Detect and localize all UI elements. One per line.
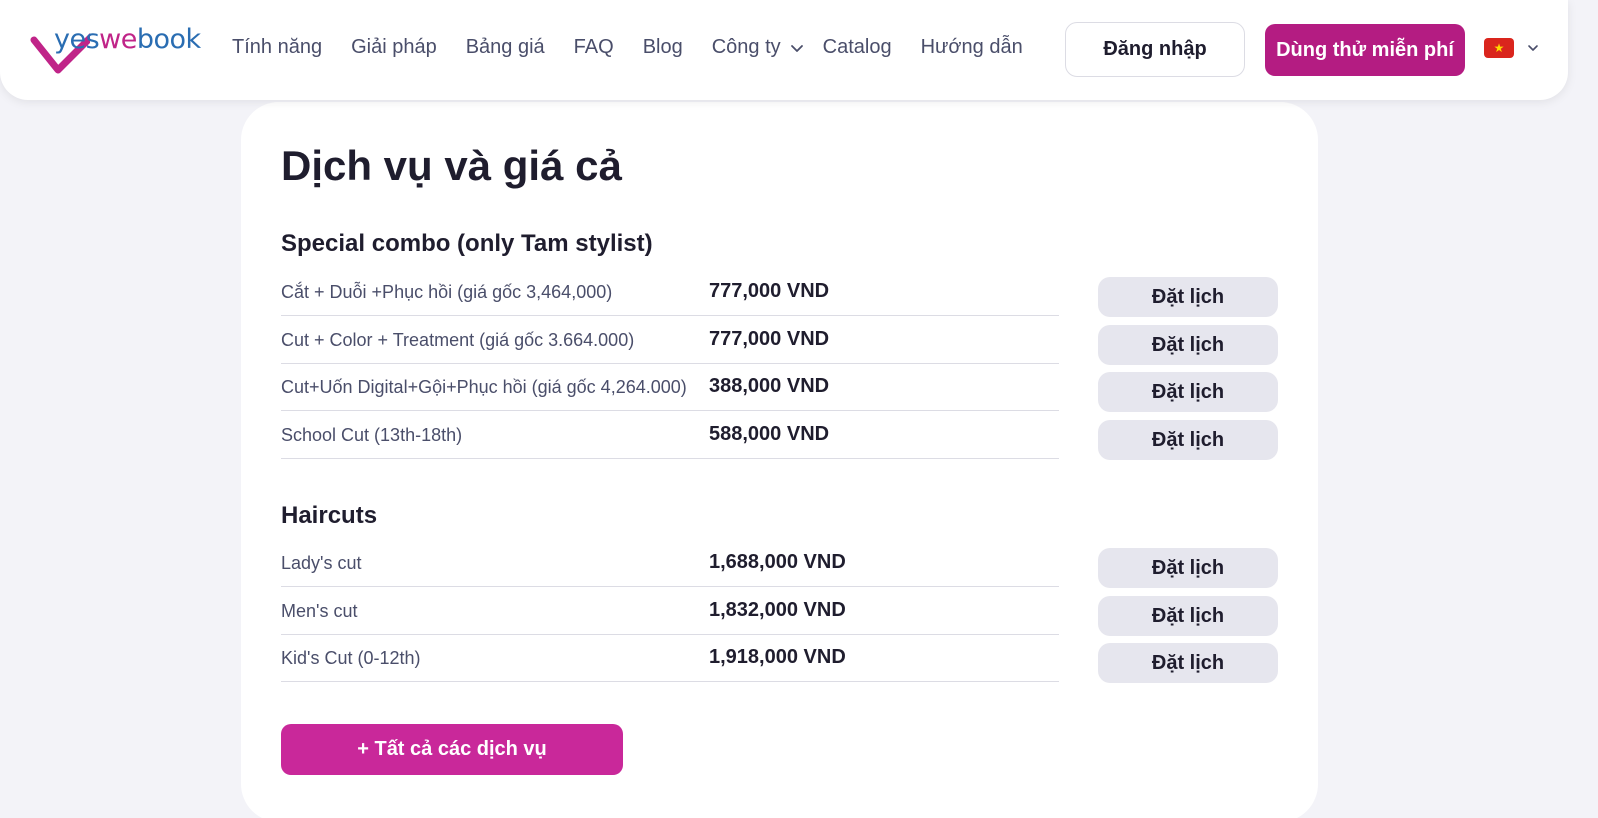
chevron-down-icon (790, 44, 803, 52)
service-row: Cắt + Duỗi +Phục hồi (giá gốc 3,464,000)… (281, 268, 1059, 316)
nav-item-label: Blog (642, 36, 683, 58)
page-title: Dịch vụ và giá cả (281, 142, 622, 189)
chevron-down-icon (1528, 45, 1538, 51)
service-name: Men's cut (281, 601, 358, 621)
free-trial-button[interactable]: Dùng thử miễn phí (1265, 24, 1465, 76)
service-name: Cắt + Duỗi +Phục hồi (giá gốc 3,464,000) (281, 282, 613, 302)
nav-item-label: Hướng dẫn (920, 36, 1023, 58)
service-price: 1,918,000 VND (709, 646, 846, 668)
service-row: Lady's cut 1,688,000 VND (281, 539, 1059, 587)
service-row: Cut + Color + Treatment (giá gốc 3.664.0… (281, 316, 1059, 364)
main-nav: Tính năng Giải pháp Bảng giá FAQ Blog Cô… (232, 36, 1052, 59)
nav-item-pricing[interactable]: Bảng giá (466, 36, 545, 59)
service-name: Cut + Color + Treatment (giá gốc 3.664.0… (281, 330, 635, 350)
all-services-button[interactable]: + Tất cả các dịch vụ (281, 724, 623, 775)
service-name: Kid's Cut (0-12th) (281, 648, 421, 668)
service-name: Cut+Uốn Digital+Gội+Phục hồi (giá gốc 4,… (281, 377, 687, 397)
nav-item-label: Công ty (711, 36, 781, 58)
nav-item-faq[interactable]: FAQ (574, 36, 614, 59)
book-button[interactable]: Đặt lịch (1098, 548, 1278, 588)
nav-item-guide[interactable]: Hướng dẫn (921, 36, 1023, 59)
nav-item-catalog[interactable]: Catalog (823, 36, 892, 59)
service-row: Cut+Uốn Digital+Gội+Phục hồi (giá gốc 4,… (281, 363, 1059, 411)
vn-flag-icon: ★ (1484, 38, 1514, 58)
service-price: 1,832,000 VND (709, 599, 846, 621)
nav-item-label: Giải pháp (351, 36, 437, 58)
nav-item-label: Tính năng (232, 36, 323, 58)
service-price: 588,000 VND (709, 423, 830, 445)
language-selector[interactable]: ★ (1484, 38, 1540, 58)
section-title-combo: Special combo (only Tam stylist) (281, 230, 653, 257)
book-button[interactable]: Đặt lịch (1098, 277, 1278, 317)
book-button[interactable]: Đặt lịch (1098, 325, 1278, 365)
book-button[interactable]: Đặt lịch (1098, 420, 1278, 460)
service-name: School Cut (13th-18th) (281, 425, 463, 445)
book-button[interactable]: Đặt lịch (1098, 596, 1278, 636)
nav-item-features[interactable]: Tính năng (232, 36, 322, 59)
yeswebook-logo[interactable]: yeswebook (30, 14, 215, 80)
nav-item-label: FAQ (573, 36, 614, 58)
nav-item-company[interactable]: Công ty (712, 36, 805, 59)
service-price: 777,000 VND (709, 328, 830, 350)
service-row: School Cut (13th-18th) 588,000 VND (281, 411, 1059, 459)
nav-item-solutions[interactable]: Giải pháp (351, 36, 437, 59)
service-price: 777,000 VND (709, 280, 830, 302)
service-row: Men's cut 1,832,000 VND (281, 587, 1059, 635)
nav-item-blog[interactable]: Blog (643, 36, 683, 59)
section-title-haircuts: Haircuts (281, 502, 378, 529)
nav-item-label: Bảng giá (465, 36, 545, 58)
book-button[interactable]: Đặt lịch (1098, 372, 1278, 412)
service-name: Lady's cut (281, 553, 362, 573)
logo-wordmark: yeswebook (54, 24, 201, 55)
service-price: 1,688,000 VND (709, 551, 846, 573)
service-row: Kid's Cut (0-12th) 1,918,000 VND (281, 634, 1059, 682)
services-card: Dịch vụ và giá cả Special combo (only Ta… (241, 102, 1318, 818)
nav-item-label: Catalog (822, 36, 892, 58)
login-button[interactable]: Đăng nhập (1065, 22, 1245, 77)
service-price: 388,000 VND (709, 375, 830, 397)
site-header: yeswebook Tính năng Giải pháp Bảng giá F… (0, 0, 1568, 100)
book-button[interactable]: Đặt lịch (1098, 643, 1278, 683)
